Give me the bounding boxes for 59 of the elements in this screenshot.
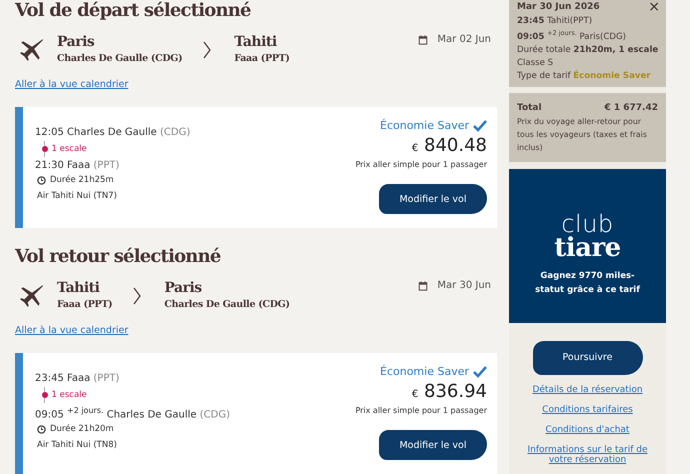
arrival-line: 09:05 $^{+2 jours.}$ Charles De Gaulle (CDG) — [35, 406, 230, 420]
calendar-link[interactable]: Aller à la vue calendrier — [15, 325, 128, 336]
stop-dot-icon — [42, 146, 48, 152]
fare-type-line: Type de tarif Économie Saver — [517, 70, 652, 81]
price-text: € 836.94 — [412, 381, 487, 402]
departure-line: 12:05 Charles De Gaulle (CDG) — [35, 127, 190, 138]
departure-line: 23:45 Faaa (PPT) — [35, 373, 120, 384]
flight-date: Mar 30 Jun — [437, 280, 491, 291]
city-name: Paris — [164, 280, 203, 296]
fare-name: Économie Saver — [380, 119, 469, 132]
city-name: Paris — [57, 34, 96, 50]
continue-button[interactable]: Poursuivre — [532, 340, 642, 375]
arrival-line: 21:30 Faaa (PPT) — [35, 160, 120, 171]
logo-text: tiare — [554, 234, 621, 261]
calendar-icon — [418, 280, 428, 290]
close-button[interactable]: × — [648, 1, 660, 13]
stops-label: 1 escale — [52, 390, 87, 400]
stop-dot-icon — [42, 392, 48, 398]
chevron-right-icon — [202, 40, 212, 60]
clock-icon — [37, 424, 46, 434]
airline-text: Air Tahiti Nui (TN7) — [37, 191, 117, 201]
summary-line: Classe S — [517, 58, 554, 68]
price-note: Prix aller simple pour 1 passager — [355, 160, 487, 169]
modify-flight-button[interactable]: Modifier le vol — [379, 184, 487, 214]
summary-line: Durée totale 21h20m, 1 escale — [517, 44, 660, 55]
chevron-right-icon — [132, 286, 142, 306]
stops-label: 1 escale — [52, 144, 87, 154]
clock-icon — [37, 176, 46, 184]
promo-text: Gagnez 9770 miles-statut grâce à ce tarif — [534, 270, 641, 297]
fare-name: Économie Saver — [380, 365, 469, 378]
calendar-link[interactable]: Aller à la vue calendrier — [15, 79, 128, 90]
sidebar-link[interactable]: Conditions tarifaires — [518, 404, 658, 415]
airline-text: Air Tahiti Nui (TN8) — [37, 440, 117, 450]
price-text: € 840.48 — [412, 135, 487, 156]
flight-date: Mar 02 Jun — [437, 34, 491, 45]
duration-text: Durée 21h20m — [50, 424, 114, 434]
section-title: Vol de départ sélectionné — [15, 0, 251, 21]
plane-icon — [19, 283, 45, 309]
section-title: Vol retour sélectionné — [15, 246, 221, 267]
price-note: Prix aller simple pour 1 passager — [355, 406, 487, 415]
logo-text: club — [561, 212, 614, 235]
airport-name: Faaa (PPT) — [234, 53, 290, 64]
total-label: Total — [517, 102, 542, 113]
calendar-icon — [418, 34, 428, 44]
sidebar-link[interactable]: Détails de la réservation — [518, 384, 658, 395]
summary-date: Mar 30 Jun 2026 — [517, 2, 600, 12]
city-name: Tahiti — [57, 280, 101, 296]
duration-text: Durée 21h25m — [50, 175, 114, 185]
airport-name: Faaa (PPT) — [57, 299, 112, 310]
plane-icon — [19, 37, 45, 63]
city-name: Tahiti — [234, 34, 278, 50]
sidebar-link[interactable]: Conditions d'achat — [518, 424, 658, 435]
airport-name: Charles De Gaulle (CDG) — [57, 53, 182, 64]
sidebar-link[interactable]: Informations sur le tarif de votre réservation — [518, 444, 658, 465]
airport-name: Charles De Gaulle (CDG) — [164, 299, 290, 310]
total-amount: € 1 677.42 — [604, 102, 658, 113]
modify-flight-button[interactable]: Modifier le vol — [379, 430, 487, 460]
summary-line: 23:45 Tahiti(PPT) — [517, 16, 594, 26]
summary-line: 09:05 $^{+2 jours.}$ Paris(CDG) — [517, 29, 627, 42]
